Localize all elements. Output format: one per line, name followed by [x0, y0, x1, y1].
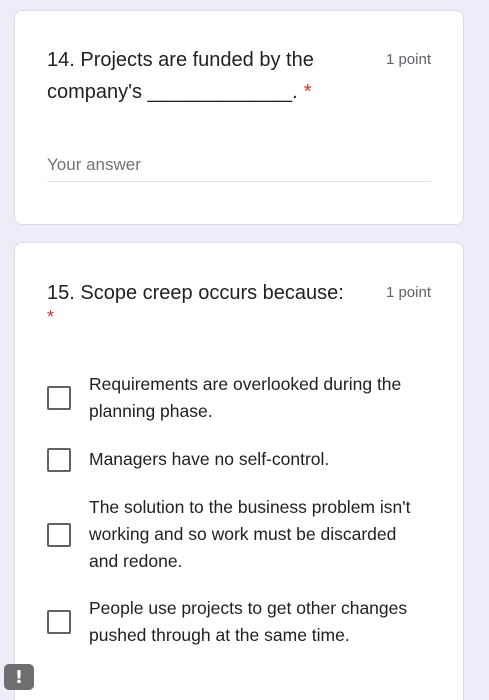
option-label: Requirements are overlooked during the p…: [89, 374, 402, 421]
option-label: People use projects to get other changes…: [89, 598, 408, 645]
points-label: 1 point: [385, 284, 431, 301]
question-title: 15. Scope creep occurs because:: [47, 282, 344, 304]
checkbox-option[interactable]: Managers have no self-control.: [47, 446, 431, 473]
question-card-15: 15. Scope creep occurs because: 1 point …: [14, 242, 464, 700]
required-asterisk: *: [303, 81, 312, 103]
feedback-alert-button[interactable]: !: [4, 664, 34, 690]
checkbox[interactable]: [47, 522, 71, 547]
question-title: 14. Projects are funded by the company's…: [47, 44, 347, 108]
question-card-14: 14. Projects are funded by the company's…: [14, 10, 464, 225]
option-label: Managers have no self-control.: [89, 449, 330, 469]
checkbox[interactable]: [47, 386, 71, 410]
checkbox-option[interactable]: The solution to the business problem isn…: [47, 494, 431, 575]
option-label: The solution to the business problem isn…: [89, 497, 411, 571]
required-asterisk: *: [47, 307, 55, 327]
checkbox[interactable]: [47, 610, 71, 634]
checkbox-option[interactable]: People use projects to get other changes…: [47, 595, 431, 649]
checkbox[interactable]: [47, 447, 71, 472]
question-title-text: 14. Projects are funded by the company's…: [47, 49, 314, 103]
question-header: 14. Projects are funded by the company's…: [47, 44, 431, 108]
question-header: 15. Scope creep occurs because: 1 point: [47, 277, 431, 309]
checkbox-option[interactable]: Requirements are overlooked during the p…: [47, 371, 431, 425]
points-label: 1 point: [385, 51, 431, 68]
answer-input[interactable]: [47, 149, 431, 182]
